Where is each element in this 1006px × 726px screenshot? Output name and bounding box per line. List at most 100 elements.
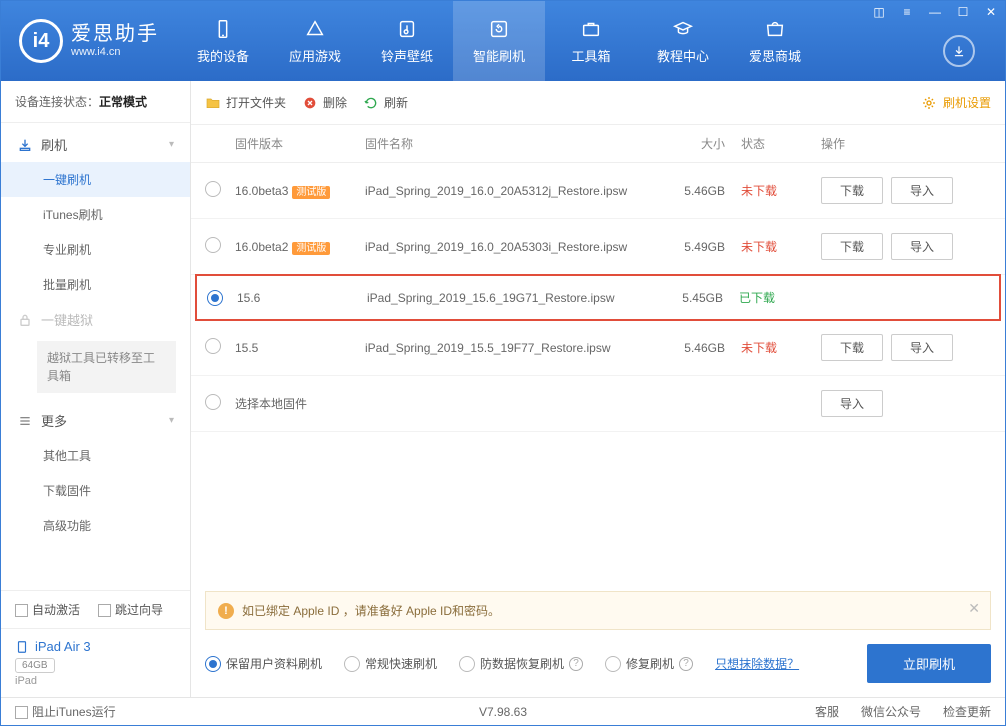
firmware-name: iPad_Spring_2019_16.0_20A5303i_Restore.i… — [365, 240, 671, 254]
sidebar-item-onekey-flash[interactable]: 一键刷机 — [1, 162, 190, 197]
option-normal[interactable]: 常规快速刷机 — [344, 655, 437, 672]
firmware-status: 已下载 — [739, 289, 819, 306]
firmware-name: iPad_Spring_2019_15.6_19G71_Restore.ipsw — [367, 291, 669, 305]
win-skin-button[interactable]: ◫ — [865, 1, 893, 23]
download-button[interactable]: 下载 — [821, 177, 883, 204]
sidebar-item-itunes-flash[interactable]: iTunes刷机 — [1, 197, 190, 232]
nav-apps-games[interactable]: 应用游戏 — [269, 1, 361, 81]
erase-data-link[interactable]: 只想抹除数据？ — [715, 655, 799, 672]
nav-ringtone[interactable]: 铃声壁纸 — [361, 1, 453, 81]
firmware-status: 未下载 — [741, 339, 821, 356]
nav-label: 爱思商城 — [749, 46, 801, 65]
help-icon[interactable]: ? — [679, 657, 693, 671]
chevron-down-icon: ▾ — [169, 415, 174, 426]
notice-text: 如已绑定 Apple ID ，请准备好 Apple ID和密码。 — [242, 602, 500, 619]
sidebar: 设备连接状态：正常模式 刷机 ▾ 一键刷机 iTunes刷机 专业刷机 批量刷机… — [1, 81, 191, 697]
radio-button[interactable] — [205, 394, 221, 410]
sidebar-group-more[interactable]: 更多 ▾ — [1, 403, 190, 438]
firmware-version: 15.6 — [237, 291, 367, 305]
table-row[interactable]: 15.6 iPad_Spring_2019_15.6_19G71_Restore… — [195, 274, 1001, 321]
table-row[interactable]: 16.0beta2测试版 iPad_Spring_2019_16.0_20A53… — [191, 219, 1005, 275]
nav-my-device[interactable]: 我的设备 — [177, 1, 269, 81]
sidebar-item-advanced[interactable]: 高级功能 — [1, 508, 190, 543]
help-icon[interactable]: ? — [569, 657, 583, 671]
sidebar-item-pro-flash[interactable]: 专业刷机 — [1, 232, 190, 267]
footer-link-update[interactable]: 检查更新 — [943, 703, 991, 720]
flash-now-button[interactable]: 立即刷机 — [867, 644, 991, 683]
firmware-table: 16.0beta3测试版 iPad_Spring_2019_16.0_20A53… — [191, 163, 1005, 376]
firmware-size: 5.45GB — [669, 291, 739, 305]
lock-icon — [17, 312, 33, 328]
jailbreak-note: 越狱工具已转移至工具箱 — [37, 341, 176, 393]
open-folder-button[interactable]: 打开文件夹 — [205, 94, 286, 111]
delete-button[interactable]: 删除 — [302, 94, 347, 111]
sidebar-item-batch-flash[interactable]: 批量刷机 — [1, 267, 190, 302]
nav-tutorial[interactable]: 教程中心 — [637, 1, 729, 81]
version-label: V7.98.63 — [479, 705, 527, 719]
apps-icon — [304, 18, 326, 40]
firmware-size: 5.49GB — [671, 240, 741, 254]
warning-icon: ! — [218, 603, 234, 619]
gear-icon — [921, 95, 937, 111]
option-repair[interactable]: 修复刷机? — [605, 655, 693, 672]
nav-store[interactable]: 爱思商城 — [729, 1, 821, 81]
row-ops: 下载导入 — [821, 177, 991, 204]
nav-flash[interactable]: 智能刷机 — [453, 1, 545, 81]
sidebar-item-download-firmware[interactable]: 下载固件 — [1, 473, 190, 508]
block-itunes-checkbox[interactable]: 阻止iTunes运行 — [15, 703, 116, 720]
device-icon — [212, 18, 234, 40]
option-anti-recovery[interactable]: 防数据恢复刷机? — [459, 655, 583, 672]
col-ops: 操作 — [821, 135, 991, 152]
radio-button[interactable] — [205, 237, 221, 253]
firmware-size: 5.46GB — [671, 184, 741, 198]
local-firmware-row[interactable]: 选择本地固件 导入 — [191, 376, 1005, 432]
import-button[interactable]: 导入 — [891, 233, 953, 260]
menu-icon — [17, 413, 33, 429]
store-icon — [764, 18, 786, 40]
win-menu-button[interactable]: ≡ — [893, 1, 921, 23]
download-button[interactable]: 下载 — [821, 233, 883, 260]
firmware-name: iPad_Spring_2019_16.0_20A5312j_Restore.i… — [365, 184, 671, 198]
skip-guide-checkbox[interactable]: 跳过向导 — [98, 601, 163, 618]
logo-icon: i4 — [19, 19, 63, 63]
firmware-name: iPad_Spring_2019_15.5_19F77_Restore.ipsw — [365, 341, 671, 355]
download-manager-button[interactable] — [943, 35, 975, 67]
status-label: 设备连接状态： — [15, 95, 99, 109]
sidebar-bottom-options: 自动激活 跳过向导 — [1, 590, 190, 628]
table-row[interactable]: 16.0beta3测试版 iPad_Spring_2019_16.0_20A53… — [191, 163, 1005, 219]
import-button[interactable]: 导入 — [891, 334, 953, 361]
logo[interactable]: i4 爱思助手 www.i4.cn — [1, 19, 177, 63]
sidebar-item-other-tools[interactable]: 其他工具 — [1, 438, 190, 473]
flash-settings-button[interactable]: 刷机设置 — [921, 94, 991, 111]
auto-activate-checkbox[interactable]: 自动激活 — [15, 601, 80, 618]
option-keep-data[interactable]: 保留用户资料刷机 — [205, 655, 322, 672]
radio-button[interactable] — [205, 338, 221, 354]
win-close-button[interactable]: ✕ — [977, 1, 1005, 23]
download-button[interactable]: 下载 — [821, 334, 883, 361]
firmware-status: 未下载 — [741, 182, 821, 199]
col-version: 固件版本 — [235, 135, 365, 152]
nav-label: 铃声壁纸 — [381, 46, 433, 65]
refresh-button[interactable]: 刷新 — [363, 94, 408, 111]
win-minimize-button[interactable]: — — [921, 1, 949, 23]
sidebar-group-label: 刷机 — [41, 135, 67, 154]
logo-subtitle: www.i4.cn — [71, 46, 159, 59]
footer-link-support[interactable]: 客服 — [815, 703, 839, 720]
win-maximize-button[interactable]: ☐ — [949, 1, 977, 23]
import-button[interactable]: 导入 — [891, 177, 953, 204]
table-row[interactable]: 15.5 iPad_Spring_2019_15.5_19F77_Restore… — [191, 320, 1005, 376]
radio-button[interactable] — [207, 290, 223, 306]
toolbar: 打开文件夹 删除 刷新 刷机设置 — [191, 81, 1005, 125]
radio-button[interactable] — [205, 181, 221, 197]
device-type: iPad — [15, 675, 176, 687]
toolbox-icon — [580, 18, 602, 40]
sidebar-group-flash[interactable]: 刷机 ▾ — [1, 127, 190, 162]
import-button[interactable]: 导入 — [821, 390, 883, 417]
delete-icon — [302, 95, 318, 111]
tablet-icon — [15, 640, 29, 654]
music-icon — [396, 18, 418, 40]
close-notice-button[interactable]: ✕ — [968, 600, 980, 617]
footer-link-wechat[interactable]: 微信公众号 — [861, 703, 921, 720]
nav-toolbox[interactable]: 工具箱 — [545, 1, 637, 81]
device-info[interactable]: iPad Air 3 64GB iPad — [1, 628, 190, 697]
